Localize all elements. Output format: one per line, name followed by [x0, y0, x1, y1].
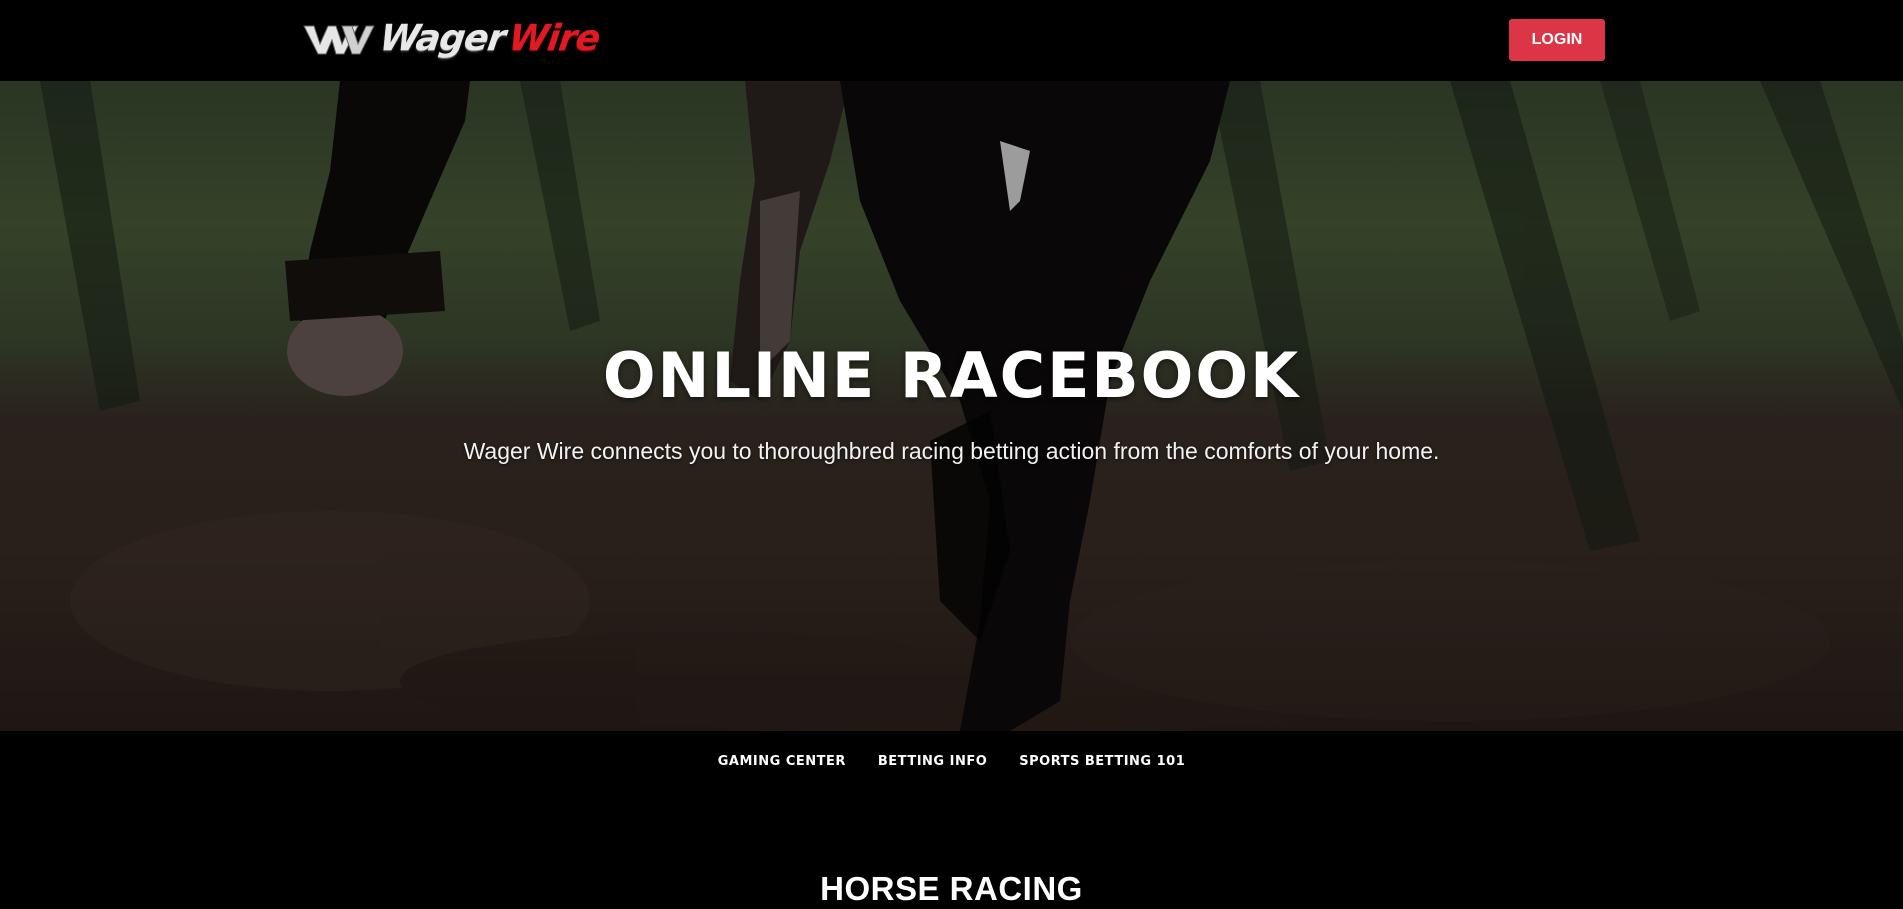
nav-sports-betting-101[interactable]: SPORTS BETTING 101	[1019, 754, 1185, 769]
hero-title: ONLINE RACEBOOK	[602, 339, 1301, 412]
site-header: Wager Wire LOGIN	[0, 0, 1903, 81]
section-heading-horse-racing: HORSE RACING	[820, 870, 1083, 907]
hero-subtitle: Wager Wire connects you to thoroughbred …	[463, 438, 1440, 464]
ww-logo-icon	[303, 25, 375, 55]
hero-banner: ONLINE RACEBOOK Wager Wire connects you …	[0, 81, 1903, 731]
login-button[interactable]: LOGIN	[1509, 19, 1605, 61]
wagerwire-logo[interactable]: Wager Wire	[302, 16, 602, 62]
nav-gaming-center[interactable]: GAMING CENTER	[718, 754, 846, 769]
logo-wager-text: Wager	[377, 18, 508, 59]
nav-betting-info[interactable]: BETTING INFO	[878, 754, 987, 769]
section-nav: GAMING CENTER BETTING INFO SPORTS BETTIN…	[0, 731, 1903, 791]
logo-wire-text: Wire	[505, 18, 602, 59]
